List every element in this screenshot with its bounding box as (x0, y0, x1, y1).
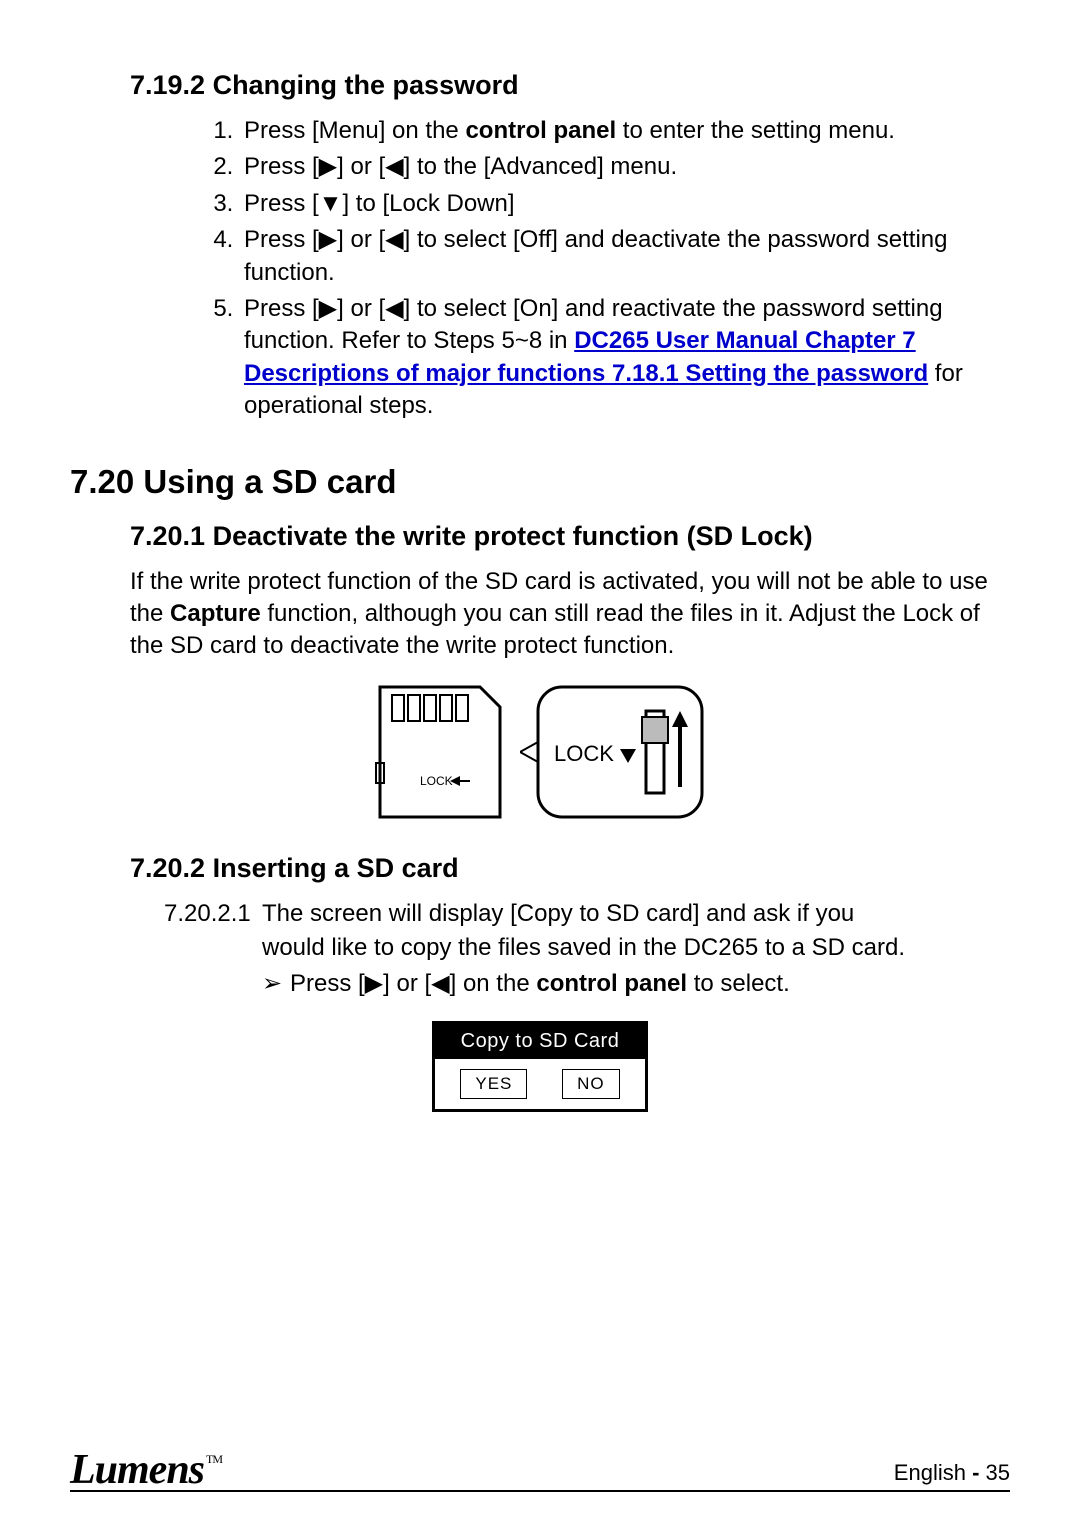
sd-lock-diagram: LOCK LOCK (70, 677, 1010, 827)
footer-sep: - (966, 1460, 986, 1485)
sd-card-icon: LOCK (370, 677, 510, 827)
step-5: Press [▶] or [◀] to select [On] and reac… (240, 293, 1010, 423)
page-number: English - 35 (894, 1460, 1010, 1486)
step-1-pre: Press [Menu] on the (244, 117, 465, 144)
brand-tm: TM (206, 1452, 222, 1466)
sub-number: 7.20.2.1 (164, 898, 262, 930)
bullet-post: to select. (687, 970, 790, 997)
bullet-marker: ➢ (262, 968, 290, 1000)
bullet-pre: Press [▶] or [◀] on the (290, 970, 536, 997)
brand-logo: LumensTM (70, 1446, 220, 1494)
heading-7-20-2: 7.20.2 Inserting a SD card (70, 853, 1010, 884)
brand-text: Lumens (70, 1447, 204, 1493)
step-4: Press [▶] or [◀] to select [Off] and dea… (240, 224, 1010, 289)
dialog-body: YES NO (435, 1059, 645, 1109)
bullet-bold: control panel (536, 970, 687, 997)
sub-line1: The screen will display [Copy to SD card… (262, 900, 854, 927)
heading-7-19-2: 7.19.2 Changing the password (70, 70, 1010, 101)
step-1-bold: control panel (465, 117, 616, 144)
sd-lock-label-big: LOCK (554, 741, 614, 766)
paragraph-7-20-1: If the write protect function of the SD … (70, 566, 1010, 663)
sd-lock-label-small: LOCK (420, 774, 453, 788)
footer-lang: English (894, 1460, 966, 1485)
step-1: Press [Menu] on the control panel to ent… (240, 115, 1010, 147)
step-3: Press [▼] to [Lock Down] (240, 188, 1010, 220)
bullet-7-20-2-1: ➢Press [▶] or [◀] on the control panel t… (70, 968, 1010, 1000)
para-bold: Capture (170, 600, 261, 627)
page-footer: LumensTM English - 35 (70, 1454, 1010, 1492)
step-1-post: to enter the setting menu. (616, 117, 895, 144)
footer-page: 35 (986, 1460, 1010, 1485)
document-page: 7.19.2 Changing the password Press [Menu… (0, 0, 1080, 1532)
sub-line2: would like to copy the files saved in th… (70, 932, 1010, 964)
lock-detail-icon: LOCK (520, 677, 710, 827)
copy-to-sd-dialog: Copy to SD Card YES NO (432, 1021, 648, 1112)
heading-7-20-1: 7.20.1 Deactivate the write protect func… (70, 521, 1010, 552)
dialog-title: Copy to SD Card (435, 1024, 645, 1059)
steps-7-19-2: Press [Menu] on the control panel to ent… (70, 115, 1010, 423)
sub-7-20-2-1: 7.20.2.1The screen will display [Copy to… (70, 898, 1010, 930)
heading-7-20: 7.20 Using a SD card (70, 463, 1010, 501)
dialog-no-button[interactable]: NO (562, 1069, 620, 1099)
dialog-yes-button[interactable]: YES (460, 1069, 527, 1099)
step-2: Press [▶] or [◀] to the [Advanced] menu. (240, 151, 1010, 183)
